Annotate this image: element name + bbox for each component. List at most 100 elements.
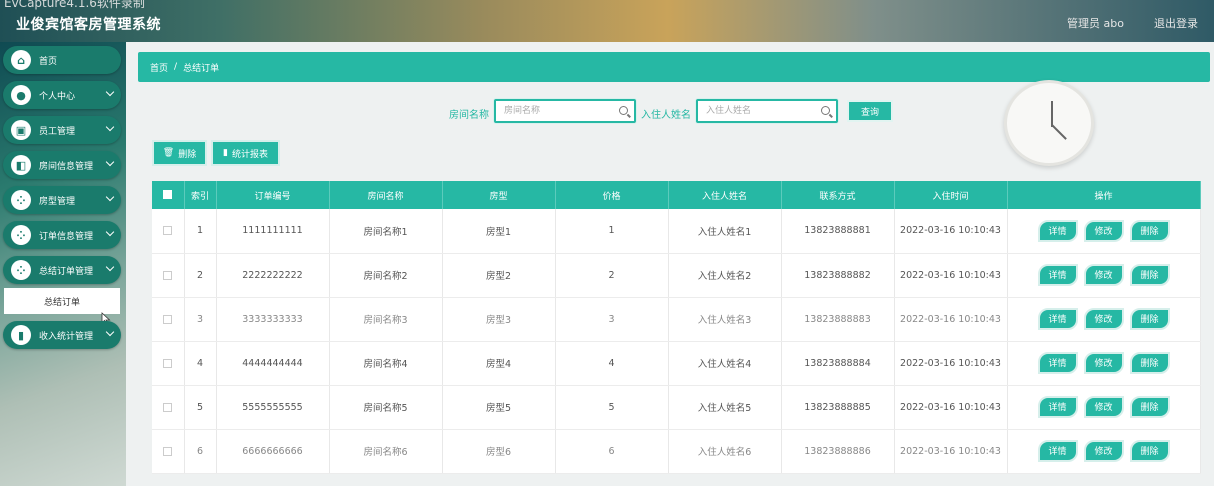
edit-button[interactable]: 修改 [1083,308,1124,330]
column-header: 订单编号 [216,181,330,209]
cell-type: 房型6 [442,429,556,474]
cell-phone: 13823888885 [781,385,895,430]
select-all-checkbox-cell[interactable] [152,181,185,209]
guest-name-field[interactable] [696,99,838,123]
cell-phone: 13823888883 [781,297,895,342]
room-icon: ◧ [11,155,31,175]
cell-guest: 入住人姓名4 [668,341,782,386]
sidebar-item[interactable]: ⁘ 订单信息管理 [3,221,121,249]
sidebar-item[interactable]: ▣ 员工管理 [3,116,121,144]
detail-button[interactable]: 详情 [1037,308,1078,330]
cell-guest: 入住人姓名6 [668,429,782,474]
stats-report-button[interactable]: ▮ 统计报表 [211,140,280,166]
cell-time: 2022-03-16 10:10:43 [894,385,1008,430]
row-checkbox-cell [152,209,185,254]
cell-operations: 详情 修改 删除 [1007,429,1201,474]
row-checkbox[interactable] [163,270,173,280]
delete-button[interactable]: 删除 [1129,396,1170,418]
cell-guest: 入住人姓名1 [668,209,782,254]
detail-button[interactable]: 详情 [1037,352,1078,374]
column-header: 房间名称 [329,181,443,209]
cell-room: 房间名称3 [329,297,443,342]
chevron-down-icon [105,87,115,97]
delete-button[interactable]: 删除 [1129,352,1170,374]
cell-price: 3 [555,297,669,342]
cell-operations: 详情 修改 删除 [1007,385,1201,430]
cell-price: 5 [555,385,669,430]
table-row: 6 6666666666 房间名称6 房型6 6 入住人姓名6 13823888886 202… [152,429,1201,474]
chevron-down-icon [105,262,115,272]
cell-index: 1 [184,209,217,254]
row-checkbox-cell [152,253,185,298]
edit-button[interactable]: 修改 [1083,396,1124,418]
row-checkbox-cell [152,385,185,430]
cell-room: 房间名称1 [329,209,443,254]
cell-index: 6 [184,429,217,474]
cell-operations: 详情 修改 删除 [1007,297,1201,342]
room-name-field[interactable] [494,99,636,123]
sidebar-item[interactable]: ● 个人中心 [3,81,121,109]
delete-button[interactable]: 删除 [1129,440,1170,462]
top-header: EvCapture4.1.6软件录制 业俊宾馆客房管理系统 管理员 abo 退出… [0,0,1214,42]
cell-index: 3 [184,297,217,342]
cell-type: 房型1 [442,209,556,254]
breadcrumb-home[interactable]: 首页 [150,61,168,74]
logout-link[interactable]: 退出登录 [1154,15,1198,31]
row-checkbox[interactable] [163,446,173,456]
query-button[interactable]: 查询 [847,100,893,122]
sidebar-item[interactable]: ◧ 房间信息管理 [3,151,121,179]
detail-button[interactable]: 详情 [1037,264,1078,286]
sidebar-item[interactable]: ⌂ 首页 [3,46,121,74]
search-icon [619,106,628,115]
row-checkbox[interactable] [163,314,173,324]
cell-phone: 13823888884 [781,341,895,386]
cell-price: 6 [555,429,669,474]
edit-button[interactable]: 修改 [1083,440,1124,462]
bar-chart-icon: ▮ [223,148,228,158]
edit-button[interactable]: 修改 [1083,352,1124,374]
cell-phone: 13823888881 [781,209,895,254]
sidebar-item-label: 员工管理 [39,126,76,137]
room-name-input[interactable] [496,101,614,121]
chevron-down-icon [105,327,115,337]
cell-type: 房型2 [442,253,556,298]
cell-time: 2022-03-16 10:10:43 [894,209,1008,254]
submenu-item-summary-orders[interactable]: 总结订单 [4,288,120,314]
column-header: 入住时间 [894,181,1008,209]
sidebar-item-label: 订单信息管理 [39,231,94,242]
cell-time: 2022-03-16 10:10:43 [894,253,1008,298]
row-checkbox[interactable] [163,402,173,412]
cell-order-no: 2222222222 [216,253,330,298]
batch-delete-button[interactable]: 🗑 删除 [152,140,207,166]
briefcase-icon: ▣ [11,120,31,140]
sidebar-item[interactable]: ⁘ 房型管理 [3,186,121,214]
detail-button[interactable]: 详情 [1037,440,1078,462]
clock-widget [1004,80,1094,166]
guest-name-input[interactable] [698,101,816,121]
row-checkbox[interactable] [163,226,173,236]
row-checkbox-cell [152,429,185,474]
cell-room: 房间名称5 [329,385,443,430]
edit-button[interactable]: 修改 [1083,264,1124,286]
select-all-checkbox[interactable] [163,190,173,199]
row-checkbox[interactable] [163,358,173,368]
row-checkbox-cell [152,341,185,386]
cell-time: 2022-03-16 10:10:43 [894,297,1008,342]
sidebar-item[interactable]: ⁘ 总结订单管理 [3,256,121,284]
breadcrumb: 首页 / 总结订单 [138,52,1210,82]
cell-time: 2022-03-16 10:10:43 [894,341,1008,386]
detail-button[interactable]: 详情 [1037,396,1078,418]
cell-operations: 详情 修改 删除 [1007,253,1201,298]
delete-button[interactable]: 删除 [1129,264,1170,286]
guest-name-label: 入住人姓名 [641,110,691,121]
detail-button[interactable]: 详情 [1037,219,1078,242]
delete-button[interactable]: 删除 [1129,219,1170,242]
edit-button[interactable]: 修改 [1083,219,1124,242]
grid-icon: ⁘ [11,260,31,280]
cell-operations: 详情 修改 删除 [1007,341,1201,386]
sidebar-item[interactable]: ▮ 收入统计管理 [3,321,121,349]
system-title: 业俊宾馆客房管理系统 [16,17,161,33]
cell-index: 4 [184,341,217,386]
delete-button[interactable]: 删除 [1129,308,1170,330]
sidebar-item-label: 收入统计管理 [39,331,94,342]
